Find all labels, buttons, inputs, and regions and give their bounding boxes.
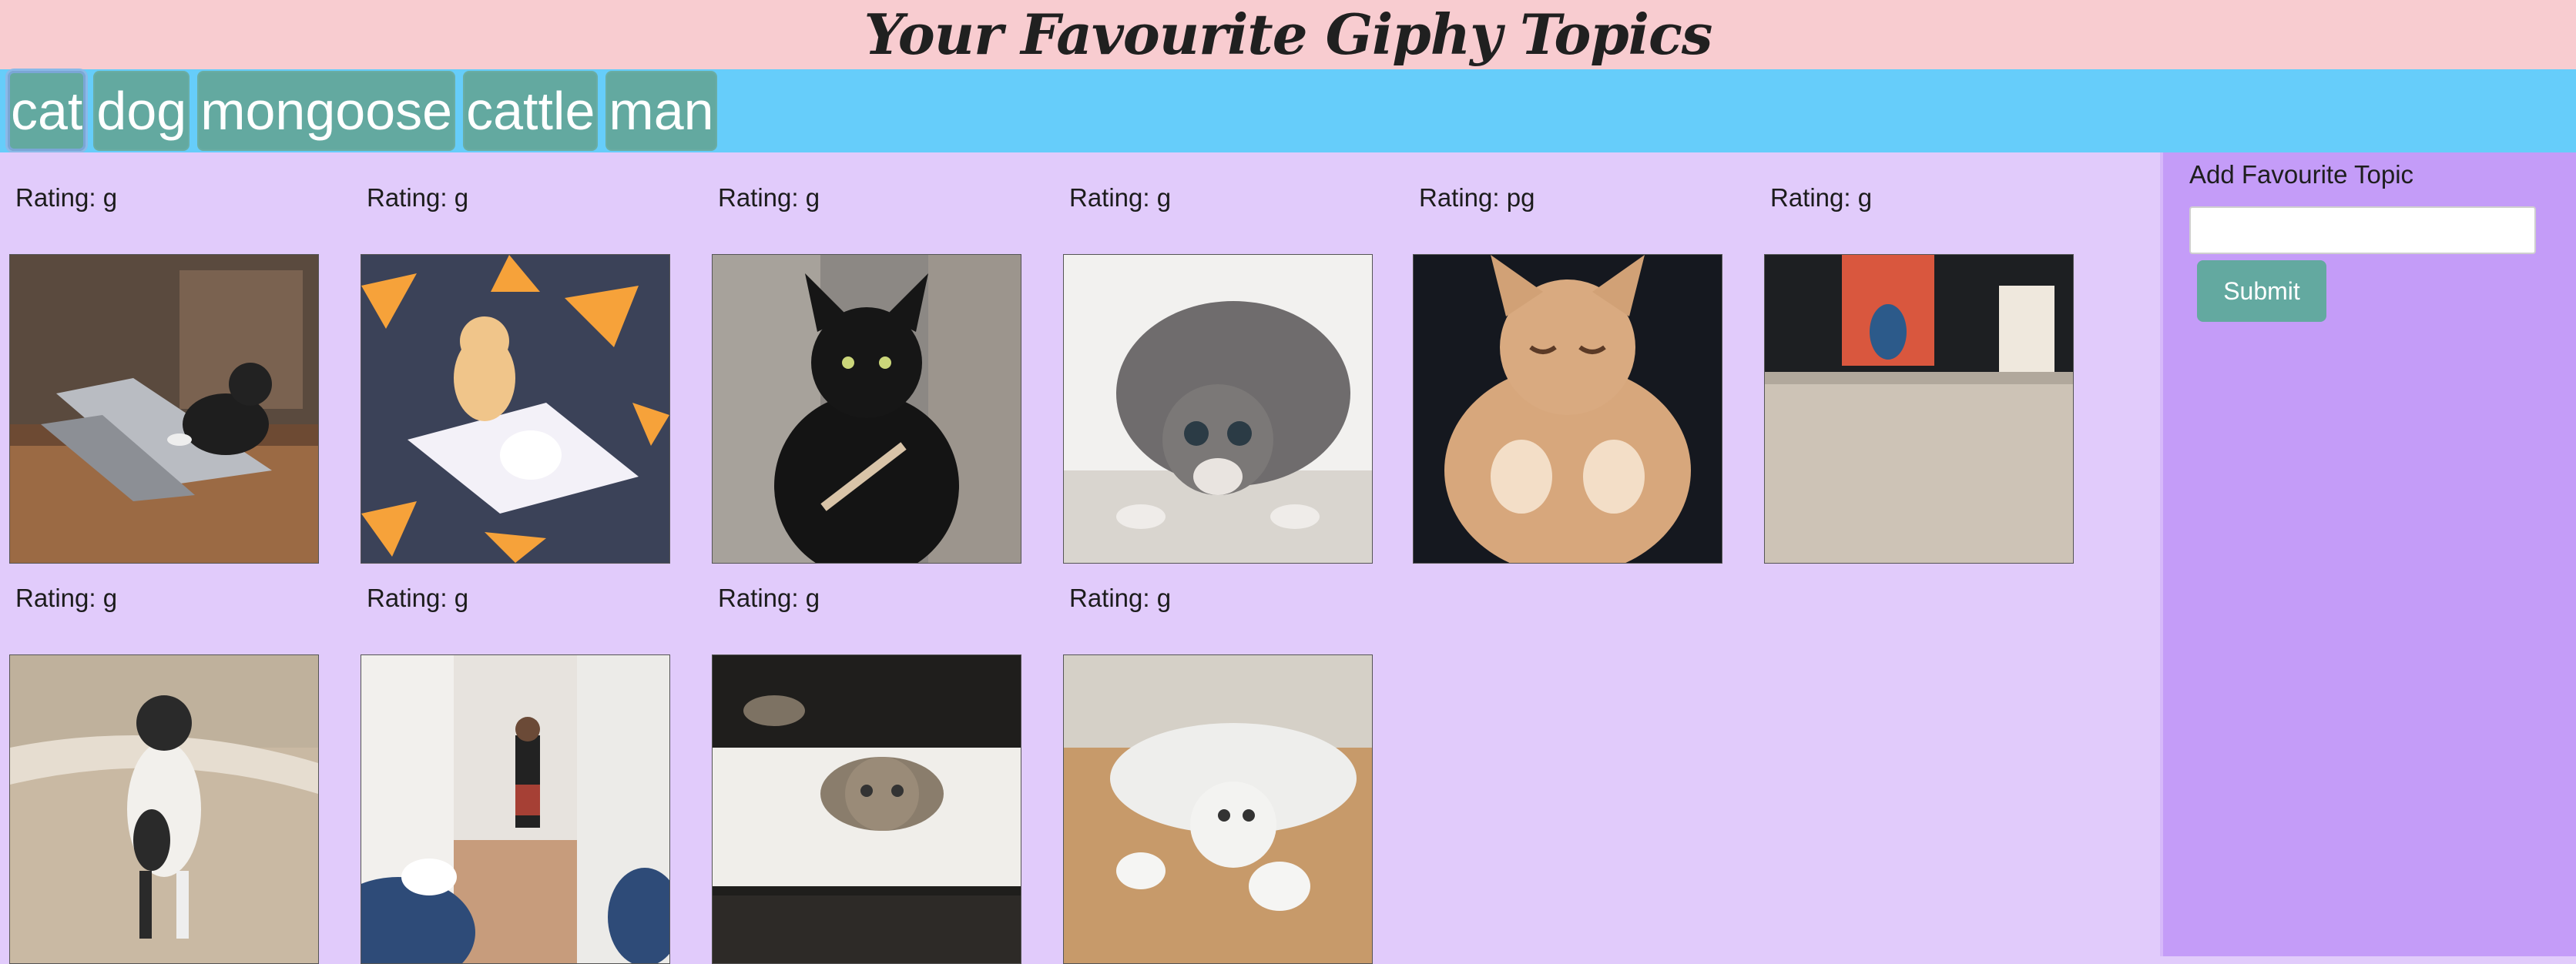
cat-hallway-man-gif[interactable] — [361, 654, 670, 964]
topic-button-dog[interactable]: dog — [93, 71, 190, 151]
gif-results: Rating: g Rating: g Rating: g Rating: g … — [0, 152, 2157, 964]
tabby-cat-on-bench-gif[interactable] — [712, 654, 1021, 964]
topic-button-cat[interactable]: cat — [8, 71, 86, 151]
standing-cat-beach-gif[interactable] — [9, 654, 319, 964]
gif-rating: Rating: g — [1069, 584, 1172, 612]
orange-kitten-gif[interactable] — [1413, 254, 1722, 564]
page-title: Your Favourite Giphy Topics — [864, 2, 1713, 67]
gif-rating: Rating: g — [15, 183, 118, 212]
empty-floor-room-gif[interactable] — [1764, 254, 2074, 564]
gif-rating: Rating: g — [718, 183, 820, 212]
gif-rating: Rating: pg — [1419, 183, 1535, 212]
cat-laptop-gif[interactable] — [9, 254, 319, 564]
gif-rating: Rating: g — [367, 584, 469, 612]
gif-rating: Rating: g — [1770, 183, 1873, 212]
gif-rating: Rating: g — [367, 183, 469, 212]
topic-button-mongoose[interactable]: mongoose — [197, 71, 456, 151]
cartoon-cat-pizza-gif[interactable] — [361, 254, 670, 564]
tabby-cat-crouching-gif[interactable] — [1063, 254, 1373, 564]
add-topic-label: Add Favourite Topic — [2189, 160, 2414, 189]
topic-button-bar: cat dog mongoose cattle man — [0, 69, 2576, 152]
submit-button[interactable]: Submit — [2197, 260, 2326, 322]
topic-button-man[interactable]: man — [605, 71, 717, 151]
white-cat-lying-gif[interactable] — [1063, 654, 1373, 964]
gif-rating: Rating: g — [718, 584, 820, 612]
black-cat-nail-file-gif[interactable] — [712, 254, 1021, 564]
sidebar: Add Favourite Topic Submit — [2160, 152, 2576, 956]
topic-input[interactable] — [2189, 206, 2536, 254]
gif-rating: Rating: g — [15, 584, 118, 612]
gif-rating: Rating: g — [1069, 183, 1172, 212]
topic-button-cattle[interactable]: cattle — [463, 71, 599, 151]
page-header: Your Favourite Giphy Topics — [0, 0, 2576, 69]
